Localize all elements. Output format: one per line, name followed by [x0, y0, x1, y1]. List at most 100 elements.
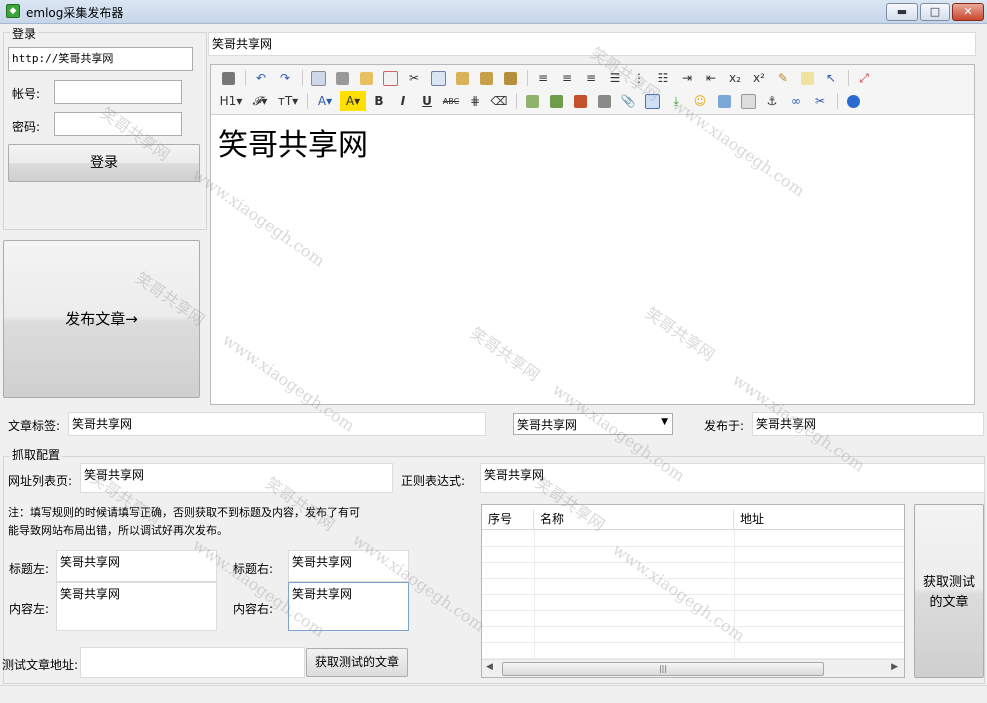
select-all-icon[interactable] — [796, 68, 818, 88]
map-icon[interactable] — [713, 91, 735, 111]
redo-icon[interactable]: ↷ — [274, 68, 296, 88]
note-line1: 注：填写规则的时候请填写正确，否则获取不到标题及内容，发布了有可 — [8, 506, 360, 519]
paste-text-icon[interactable] — [475, 68, 497, 88]
password-input[interactable] — [54, 112, 182, 136]
anchor-icon[interactable]: ⚓ — [761, 91, 783, 111]
scroll-right-icon[interactable]: ▶ — [891, 662, 898, 672]
scroll-left-icon[interactable]: ◀ — [486, 662, 493, 672]
column-header-name[interactable]: 名称 — [534, 509, 734, 529]
align-center-icon[interactable]: ≡ — [556, 68, 578, 88]
table-row — [482, 562, 904, 579]
flash-icon[interactable] — [569, 91, 591, 111]
highlight-color-icon[interactable]: A▾ — [340, 91, 366, 111]
media-icon[interactable] — [593, 91, 615, 111]
tags-input[interactable]: 笑哥共享网 — [68, 412, 486, 436]
superscript-icon[interactable]: x² — [748, 68, 770, 88]
multi-image-icon[interactable] — [545, 91, 567, 111]
subscript-icon[interactable]: x₂ — [724, 68, 746, 88]
print-icon[interactable] — [331, 68, 353, 88]
font-size-dropdown[interactable]: тT▾ — [275, 91, 301, 111]
scrape-group-label: 抓取配置 — [10, 446, 63, 463]
italic-icon[interactable]: I — [392, 91, 414, 111]
published-input[interactable]: 笑哥共享网 — [752, 412, 984, 436]
paste-icon[interactable] — [451, 68, 473, 88]
fetch-test-big-line1: 获取测试 — [922, 575, 975, 590]
emoticon-icon[interactable]: ☺ — [689, 91, 711, 111]
column-header-index[interactable]: 序号 — [482, 509, 534, 529]
title-left-label: 标题左: — [9, 562, 50, 576]
editor-toolbar: ↶ ↷ ✂ ≡ ≡ ≡ ☰ ⋮ ☷ ⇥ ⇤ x₂ x² ✎ ↖ ⤢ H1▾ 𝓕▾… — [211, 65, 974, 115]
hr-icon[interactable]: ⤓ — [665, 91, 687, 111]
login-button[interactable]: 登录 — [8, 144, 200, 182]
minimize-button[interactable]: ▬ — [886, 3, 918, 21]
toolbar-separator — [307, 93, 308, 109]
window-title: emlog采集发布器 — [26, 6, 124, 20]
align-left-icon[interactable]: ≡ — [532, 68, 554, 88]
image-icon[interactable] — [521, 91, 543, 111]
maximize-button[interactable]: □ — [920, 3, 950, 21]
toolbar-separator — [302, 70, 303, 86]
scroll-thumb[interactable]: ||| — [502, 662, 824, 676]
category-select[interactable]: 笑哥共享网 ▼ — [513, 413, 673, 435]
strikethrough-icon[interactable]: ABC — [440, 91, 462, 111]
chevron-down-icon: ▼ — [661, 417, 668, 427]
unordered-list-icon[interactable]: ☷ — [652, 68, 674, 88]
cursor-icon[interactable]: ↖ — [820, 68, 842, 88]
border-icon[interactable]: ⋕ — [464, 91, 486, 111]
regex-input[interactable]: 笑哥共享网 — [480, 463, 985, 493]
fullscreen-icon[interactable]: ⤢ — [853, 68, 875, 88]
help-icon[interactable] — [842, 91, 864, 111]
bold-icon[interactable]: B — [368, 91, 390, 111]
regex-label: 正则表达式: — [401, 474, 466, 488]
cut-icon[interactable]: ✂ — [403, 68, 425, 88]
font-color-icon[interactable]: A▾ — [312, 91, 338, 111]
ordered-list-icon[interactable]: ⋮ — [628, 68, 650, 88]
editor-content[interactable]: 笑哥共享网 — [218, 120, 368, 164]
title-right-input[interactable]: 笑哥共享网 — [288, 550, 409, 582]
indent-icon[interactable]: ⇥ — [676, 68, 698, 88]
heading-dropdown[interactable]: H1▾ — [217, 91, 245, 111]
copy-icon[interactable] — [427, 68, 449, 88]
category-value: 笑哥共享网 — [517, 418, 578, 432]
fetch-test-big-button[interactable]: 获取测试 的文章 — [914, 504, 984, 678]
column-header-url[interactable]: 地址 — [734, 509, 904, 529]
clear-format-icon[interactable]: ✎ — [772, 68, 794, 88]
unlink-icon[interactable]: ✂ — [809, 91, 831, 111]
article-title-input[interactable]: 笑哥共享网 — [208, 32, 976, 56]
source-icon[interactable] — [217, 68, 239, 88]
align-right-icon[interactable]: ≡ — [580, 68, 602, 88]
publish-button[interactable]: 发布文章→ — [3, 240, 200, 398]
app-icon: ◆ — [6, 4, 20, 18]
justify-icon[interactable]: ☰ — [604, 68, 626, 88]
rich-text-editor[interactable] — [210, 64, 975, 405]
content-left-input[interactable]: 笑哥共享网 — [56, 582, 217, 631]
paste-word-icon[interactable] — [499, 68, 521, 88]
content-right-input[interactable]: 笑哥共享网 — [288, 582, 409, 631]
title-bar — [0, 0, 987, 24]
preview-icon[interactable] — [307, 68, 329, 88]
font-family-dropdown[interactable]: 𝓕▾ — [247, 91, 273, 111]
code-icon[interactable] — [379, 68, 401, 88]
undo-icon[interactable]: ↶ — [250, 68, 272, 88]
table-icon[interactable] — [641, 91, 663, 111]
results-grid[interactable]: 序号 名称 地址 ◀ ||| ▶ — [481, 504, 905, 678]
table-row — [482, 546, 904, 563]
test-url-input[interactable] — [80, 647, 305, 678]
account-input[interactable] — [54, 80, 182, 104]
attachment-icon[interactable]: 📎 — [617, 91, 639, 111]
note-line2: 能导致网站布局出错，所以调试好再次发布。 — [8, 524, 228, 537]
account-label: 帐号: — [12, 87, 41, 101]
underline-icon[interactable]: U — [416, 91, 438, 111]
outdent-icon[interactable]: ⇤ — [700, 68, 722, 88]
pagebreak-icon[interactable] — [737, 91, 759, 111]
eraser-icon[interactable]: ⌫ — [488, 91, 510, 111]
site-url-input[interactable]: http://笑哥共享网 — [8, 47, 193, 71]
template-icon[interactable] — [355, 68, 377, 88]
link-icon[interactable]: ∞ — [785, 91, 807, 111]
fetch-test-button[interactable]: 获取测试的文章 — [306, 648, 408, 677]
close-button[interactable]: ✕ — [952, 3, 984, 21]
list-url-input[interactable]: 笑哥共享网 — [80, 463, 393, 493]
title-left-input[interactable]: 笑哥共享网 — [56, 550, 217, 582]
horizontal-scrollbar[interactable]: ◀ ||| ▶ — [482, 659, 904, 677]
toolbar-separator — [516, 93, 517, 109]
